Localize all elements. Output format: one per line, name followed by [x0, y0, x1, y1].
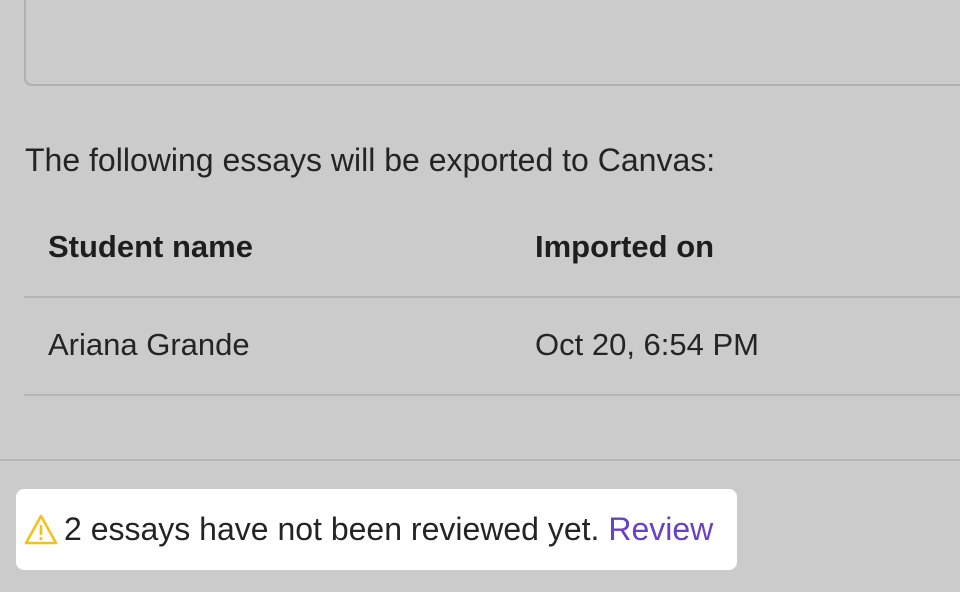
- table-row: Ariana Grande Oct 20, 6:54 PM: [24, 298, 960, 396]
- column-header-student-name: Student name: [48, 229, 253, 264]
- notes-textarea[interactable]: [24, 0, 960, 86]
- warning-triangle-icon: [24, 514, 58, 546]
- student-name-cell: Ariana Grande: [48, 327, 250, 362]
- review-link[interactable]: Review: [608, 511, 713, 547]
- export-intro-text: The following essays will be exported to…: [25, 142, 716, 178]
- imported-on-cell: Oct 20, 6:54 PM: [535, 327, 759, 362]
- section-divider: [0, 459, 960, 461]
- column-header-imported-on: Imported on: [535, 229, 715, 264]
- warning-message: 2 essays have not been reviewed yet. Rev…: [64, 509, 713, 549]
- essays-table: Student name Imported on Ariana Grande O…: [24, 200, 960, 396]
- unreviewed-warning-banner: 2 essays have not been reviewed yet. Rev…: [16, 489, 737, 570]
- warning-message-text: 2 essays have not been reviewed yet.: [64, 511, 600, 547]
- table-header-row: Student name Imported on: [24, 200, 960, 298]
